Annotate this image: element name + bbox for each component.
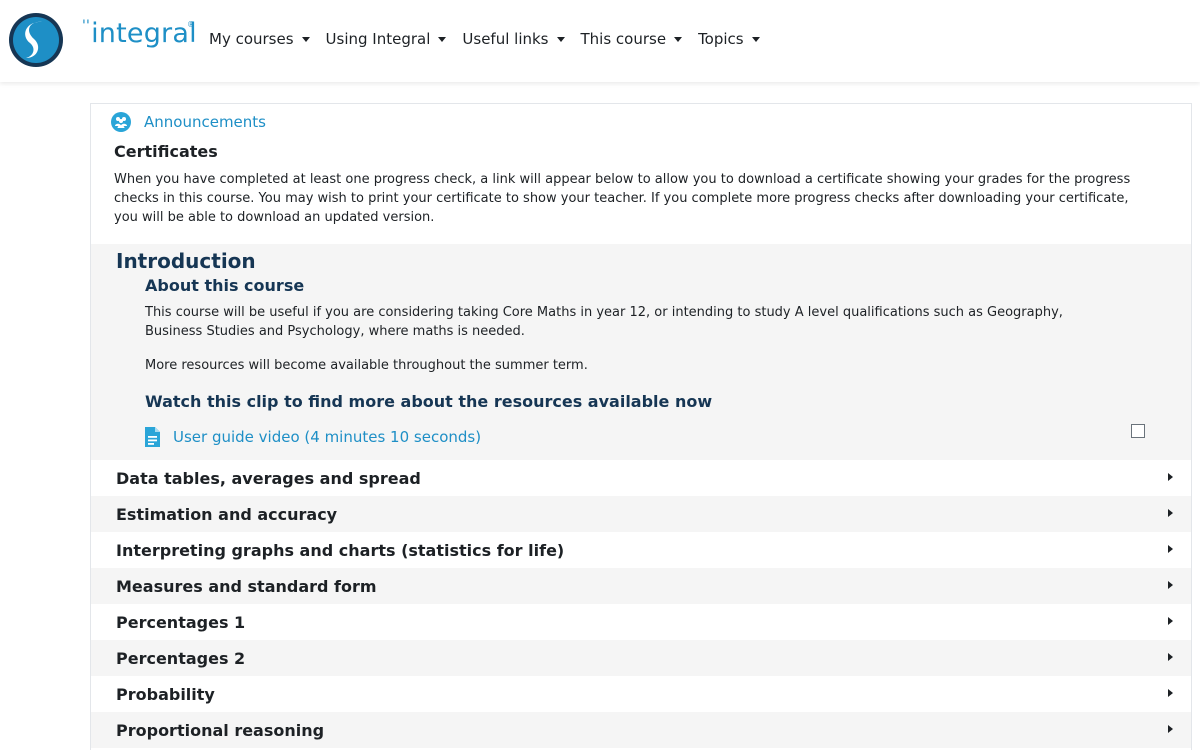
watch-clip-title: Watch this clip to find more about the r… xyxy=(145,392,713,411)
logo-text: ''integral xyxy=(82,18,197,49)
caret-down-icon xyxy=(556,36,565,42)
caret-right-icon xyxy=(1168,581,1173,589)
announcements-link[interactable]: Announcements xyxy=(144,113,266,131)
caret-down-icon xyxy=(438,36,447,42)
people-icon xyxy=(111,112,131,132)
section-title-introduction: Introduction xyxy=(116,249,256,273)
topic-row-percentages-2[interactable]: Percentages 2 xyxy=(91,640,1191,676)
logo-registered-mark: ® xyxy=(187,20,195,29)
caret-right-icon xyxy=(1168,653,1173,661)
announcements-row: Announcements xyxy=(111,112,266,132)
topic-row-probability[interactable]: Probability xyxy=(91,676,1191,712)
topic-row-measures[interactable]: Measures and standard form xyxy=(91,568,1191,604)
topic-label: Interpreting graphs and charts (statisti… xyxy=(116,541,565,560)
menu-topics[interactable]: Topics xyxy=(698,30,760,48)
section-introduction: Introduction About this course This cour… xyxy=(91,244,1191,460)
file-icon xyxy=(145,427,160,447)
topic-row-percentages-1[interactable]: Percentages 1 xyxy=(91,604,1191,640)
user-guide-video-link[interactable]: User guide video (4 minutes 10 seconds) xyxy=(173,428,481,446)
integral-logo-mark-icon xyxy=(9,13,63,67)
menu-label: Useful links xyxy=(462,30,549,48)
topic-row-data-tables[interactable]: Data tables, averages and spread xyxy=(91,460,1191,496)
main-menu: My courses Using Integral Useful links T… xyxy=(209,30,776,48)
menu-my-courses[interactable]: My courses xyxy=(209,30,310,48)
caret-down-icon xyxy=(751,36,760,42)
certificates-text: When you have completed at least one pro… xyxy=(114,172,1131,225)
integral-logo[interactable]: ''integral ® xyxy=(6,12,197,68)
caret-right-icon xyxy=(1168,617,1173,625)
menu-label: This course xyxy=(580,30,667,48)
menu-label: My courses xyxy=(209,30,294,48)
completion-checkbox[interactable] xyxy=(1131,424,1145,438)
topic-label: Measures and standard form xyxy=(116,577,377,596)
more-resources-text: More resources will become available thr… xyxy=(145,358,588,373)
menu-useful-links[interactable]: Useful links xyxy=(462,30,565,48)
topic-label: Percentages 1 xyxy=(116,613,246,632)
caret-right-icon xyxy=(1168,689,1173,697)
menu-using-integral[interactable]: Using Integral xyxy=(326,30,447,48)
logo-brand-text: integral xyxy=(91,18,197,49)
caret-right-icon xyxy=(1168,725,1173,733)
caret-right-icon xyxy=(1168,545,1173,553)
about-course-text: This course will be useful if you are co… xyxy=(145,305,1063,339)
menu-label: Using Integral xyxy=(325,30,431,48)
about-course-title: About this course xyxy=(145,276,305,295)
logo-tick: '' xyxy=(82,18,91,34)
navbar: ''integral ® My courses Using Integral U… xyxy=(0,0,1200,82)
topic-label: Estimation and accuracy xyxy=(116,505,338,524)
topic-label: Data tables, averages and spread xyxy=(116,469,421,488)
topic-row-estimation[interactable]: Estimation and accuracy xyxy=(91,496,1191,532)
topic-row-graphs-charts[interactable]: Interpreting graphs and charts (statisti… xyxy=(91,532,1191,568)
certificates-title: Certificates xyxy=(114,142,218,161)
menu-this-course[interactable]: This course xyxy=(581,30,683,48)
topic-label: Percentages 2 xyxy=(116,649,246,668)
caret-right-icon xyxy=(1168,473,1173,481)
resource-user-guide-video[interactable]: User guide video (4 minutes 10 seconds) xyxy=(143,426,481,448)
caret-right-icon xyxy=(1168,509,1173,517)
course-content: Announcements Certificates When you have… xyxy=(90,103,1192,750)
caret-down-icon xyxy=(674,36,683,42)
topic-row-proportional-reasoning[interactable]: Proportional reasoning xyxy=(91,712,1191,748)
topic-label: Proportional reasoning xyxy=(116,721,325,740)
caret-down-icon xyxy=(301,36,310,42)
menu-label: Topics xyxy=(698,30,744,48)
topic-label: Probability xyxy=(116,685,215,704)
